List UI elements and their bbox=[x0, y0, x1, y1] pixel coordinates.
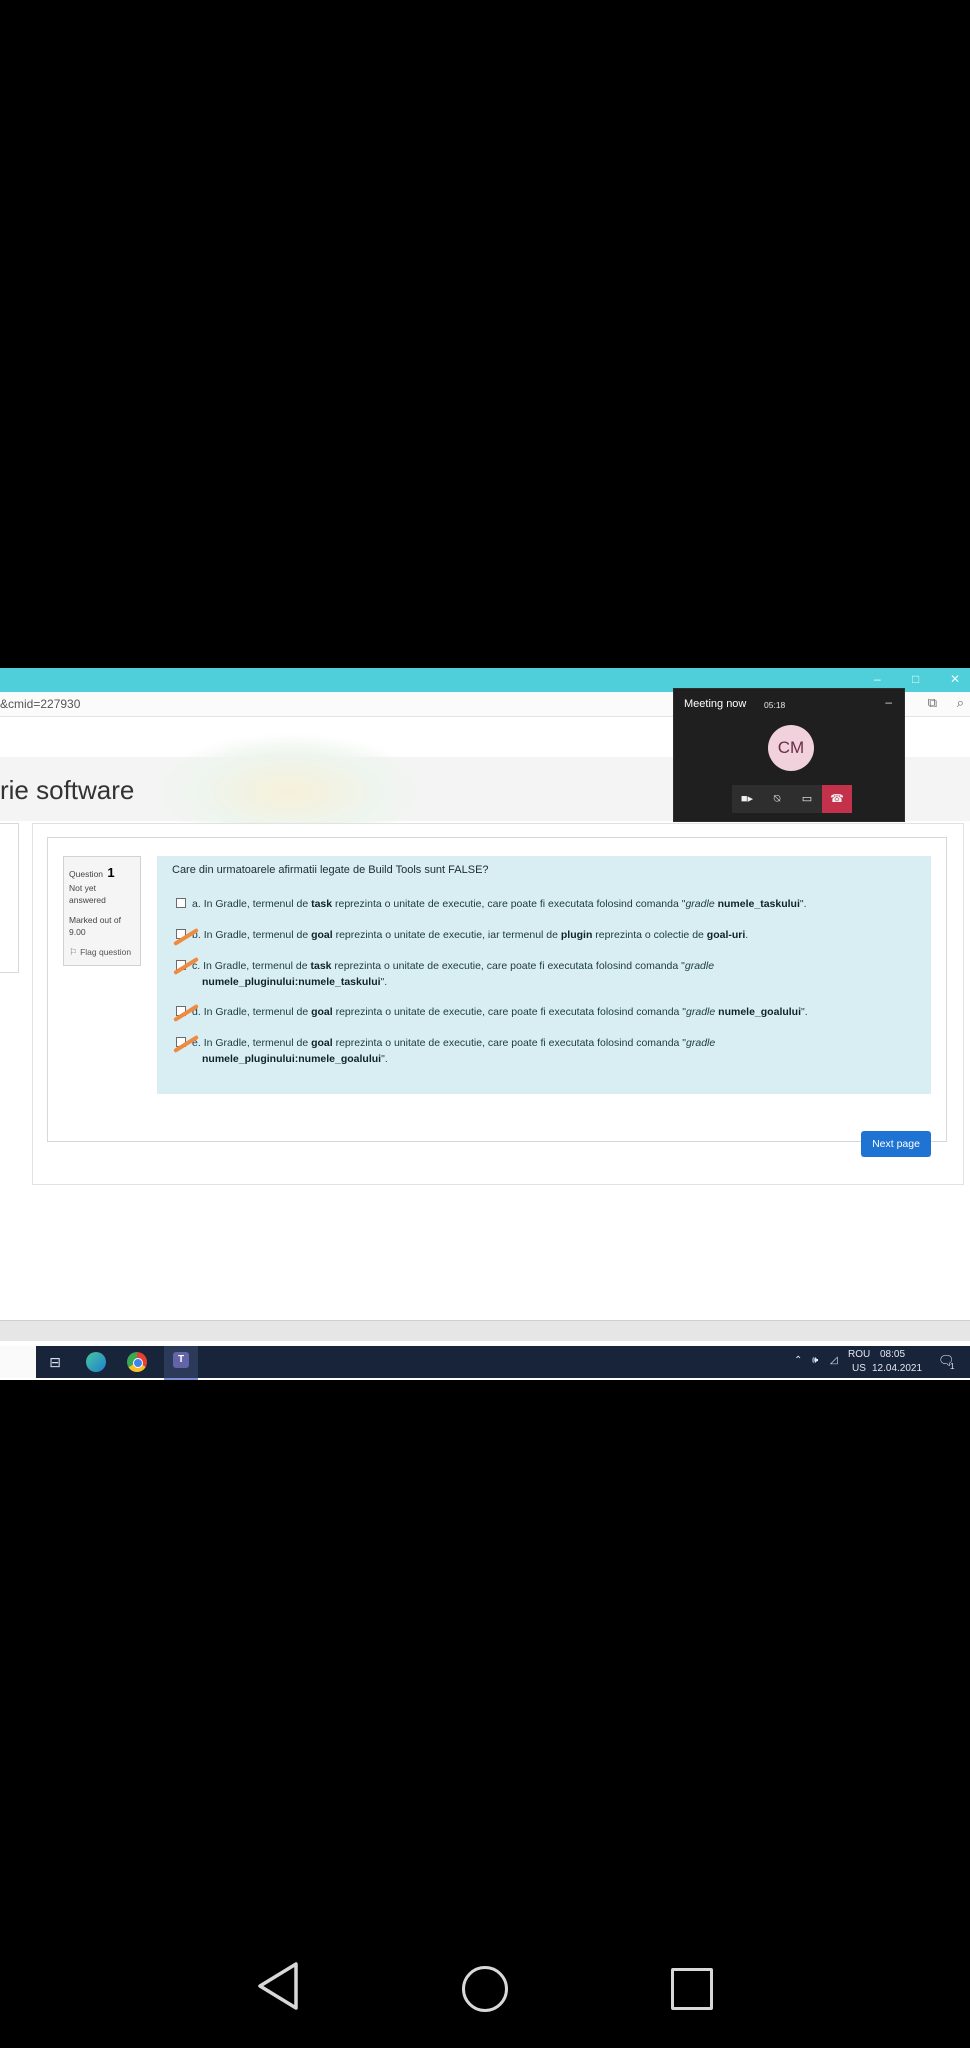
maximize-window-button[interactable]: □ bbox=[912, 672, 919, 686]
zoom-icon[interactable]: ⌕ bbox=[957, 695, 964, 710]
option-text: reprezinta o colectie de bbox=[592, 929, 707, 941]
next-page-button[interactable]: Next page bbox=[861, 1131, 931, 1157]
option-text: reprezinta o unitate de executie, care p… bbox=[332, 1037, 687, 1049]
option-text: reprezinta o unitate de executie, care p… bbox=[332, 898, 686, 910]
option-bold: numele_pluginului:numele_goalului bbox=[202, 1053, 382, 1065]
home-icon[interactable] bbox=[462, 1966, 508, 2012]
option-text: In Gradle, termenul de bbox=[203, 929, 312, 941]
option-italic: gradle bbox=[684, 960, 715, 972]
option-text: ". bbox=[801, 1006, 808, 1018]
meeting-timer: 05:18 bbox=[764, 700, 786, 710]
flag-icon: ⚐ bbox=[69, 947, 78, 957]
edge-icon[interactable] bbox=[86, 1352, 106, 1372]
meeting-minimize-button[interactable]: – bbox=[885, 695, 892, 709]
avatar: CM bbox=[768, 725, 814, 771]
answer-option-d[interactable]: d. In Gradle, termenul de goal reprezint… bbox=[176, 1004, 808, 1020]
option-text: ". bbox=[799, 898, 807, 910]
network-icon[interactable]: ◿ bbox=[830, 1355, 838, 1366]
option-checkbox-a[interactable] bbox=[176, 898, 186, 908]
back-icon[interactable] bbox=[256, 1960, 300, 2017]
minimize-window-button[interactable]: – bbox=[874, 672, 881, 686]
option-text: ". bbox=[380, 976, 388, 988]
video-icon[interactable]: ■▸ bbox=[732, 785, 762, 813]
meeting-controls: ■▸ ⍉ ▭ ☎ bbox=[732, 785, 852, 813]
question-number-value: 1 bbox=[107, 865, 115, 880]
close-window-button[interactable]: ✕ bbox=[950, 672, 960, 686]
question-status: Not yet answered bbox=[69, 883, 106, 905]
question-info: Question 1 Not yet answered Marked out o… bbox=[63, 856, 141, 966]
option-italic: gradle bbox=[686, 1037, 716, 1049]
teams-letter: T bbox=[173, 1352, 189, 1368]
question-text: Care din urmatoarele afirmatii legate de… bbox=[172, 864, 489, 876]
meeting-title: Meeting now bbox=[684, 698, 747, 710]
mic-off-icon[interactable]: ⍉ bbox=[762, 785, 792, 813]
recent-apps-icon[interactable] bbox=[671, 1968, 713, 2010]
option-bold: plugin bbox=[560, 929, 593, 941]
option-bold: goal bbox=[311, 1006, 333, 1018]
chrome-icon[interactable] bbox=[127, 1352, 147, 1372]
windows-taskbar: ⊟ T ⌃ 🕪 ◿ ROU US 08:05 12.04.2021 🗨 1 bbox=[0, 1346, 970, 1380]
clock-date[interactable]: 12.04.2021 bbox=[872, 1363, 922, 1374]
option-text: ". bbox=[381, 1053, 388, 1065]
answer-option-e[interactable]: e. In Gradle, termenul de goal reprezint… bbox=[176, 1035, 715, 1067]
option-text: In Gradle, termenul de bbox=[203, 1006, 312, 1018]
flag-question-label: Flag question bbox=[80, 947, 132, 957]
language-top[interactable]: ROU bbox=[848, 1349, 870, 1360]
volume-icon[interactable]: 🕪 bbox=[812, 1355, 818, 1366]
option-text: In Gradle, termenul de bbox=[203, 960, 311, 972]
option-bold: goal-uri bbox=[706, 929, 746, 941]
share-icon[interactable]: ▭ bbox=[792, 785, 822, 813]
system-tray: ⌃ 🕪 ◿ ROU US 08:05 12.04.2021 🗨 1 bbox=[790, 1346, 970, 1378]
teams-icon[interactable]: T bbox=[164, 1346, 198, 1380]
hang-up-icon[interactable]: ☎ bbox=[822, 785, 852, 813]
question-grade: Marked out of 9.00 bbox=[69, 915, 121, 937]
option-bold: numele_goalului bbox=[718, 1006, 802, 1018]
option-continuation: numele_pluginului:numele_goalului". bbox=[176, 1051, 715, 1067]
address-bar-icons: ⧉ ⌕ bbox=[928, 695, 964, 711]
option-italic: gradle bbox=[685, 898, 715, 910]
question-number: Question 1 bbox=[69, 865, 115, 880]
task-view-icon[interactable]: ⊟ bbox=[44, 1352, 66, 1372]
show-hidden-icons-icon[interactable]: ⌃ bbox=[794, 1355, 802, 1366]
language-bottom[interactable]: US bbox=[852, 1363, 866, 1374]
flag-question-link[interactable]: ⚐ Flag question bbox=[69, 947, 131, 958]
option-text: . bbox=[745, 929, 749, 941]
url-text[interactable]: &cmid=227930 bbox=[0, 697, 80, 711]
question-panel: Care din urmatoarele afirmatii legate de… bbox=[157, 856, 931, 1094]
option-continuation: numele_pluginului:numele_taskului". bbox=[176, 974, 714, 990]
option-bold: task bbox=[310, 960, 332, 972]
course-title: rie software bbox=[0, 775, 135, 805]
option-text: In Gradle, termenul de bbox=[203, 1037, 312, 1049]
option-bold: numele_taskului bbox=[717, 898, 800, 910]
option-text: reprezinta o unitate de executie, care p… bbox=[332, 1006, 687, 1018]
meeting-overlay[interactable]: Meeting now 05:18 – CM ■▸ ⍉ ▭ ☎ bbox=[673, 688, 905, 822]
left-sidebar-block bbox=[0, 823, 19, 973]
option-bold: goal bbox=[311, 1037, 333, 1049]
option-text: reprezinta o unitate de executie, iar te… bbox=[332, 929, 561, 941]
option-italic: gradle bbox=[686, 1006, 716, 1018]
clock-time[interactable]: 08:05 bbox=[880, 1349, 905, 1360]
answer-option-b[interactable]: b. In Gradle, termenul de goal reprezint… bbox=[176, 927, 748, 943]
option-text: reprezinta o unitate de executie, care p… bbox=[331, 960, 685, 972]
option-bold: goal bbox=[311, 929, 333, 941]
browser-bottom-strip bbox=[0, 1320, 970, 1341]
translate-icon[interactable]: ⧉ bbox=[928, 695, 937, 710]
option-bold: numele_pluginului:numele_taskului bbox=[202, 976, 381, 988]
option-letter: a. bbox=[192, 898, 201, 910]
answer-option-c[interactable]: c. In Gradle, termenul de task reprezint… bbox=[176, 958, 714, 990]
answer-option-a[interactable]: a. In Gradle, termenul de task reprezint… bbox=[176, 896, 807, 912]
option-bold: task bbox=[311, 898, 333, 910]
option-text: In Gradle, termenul de bbox=[203, 898, 312, 910]
question-label: Question bbox=[69, 869, 104, 879]
start-area[interactable] bbox=[0, 1346, 36, 1378]
notifications-count: 1 bbox=[950, 1362, 955, 1371]
